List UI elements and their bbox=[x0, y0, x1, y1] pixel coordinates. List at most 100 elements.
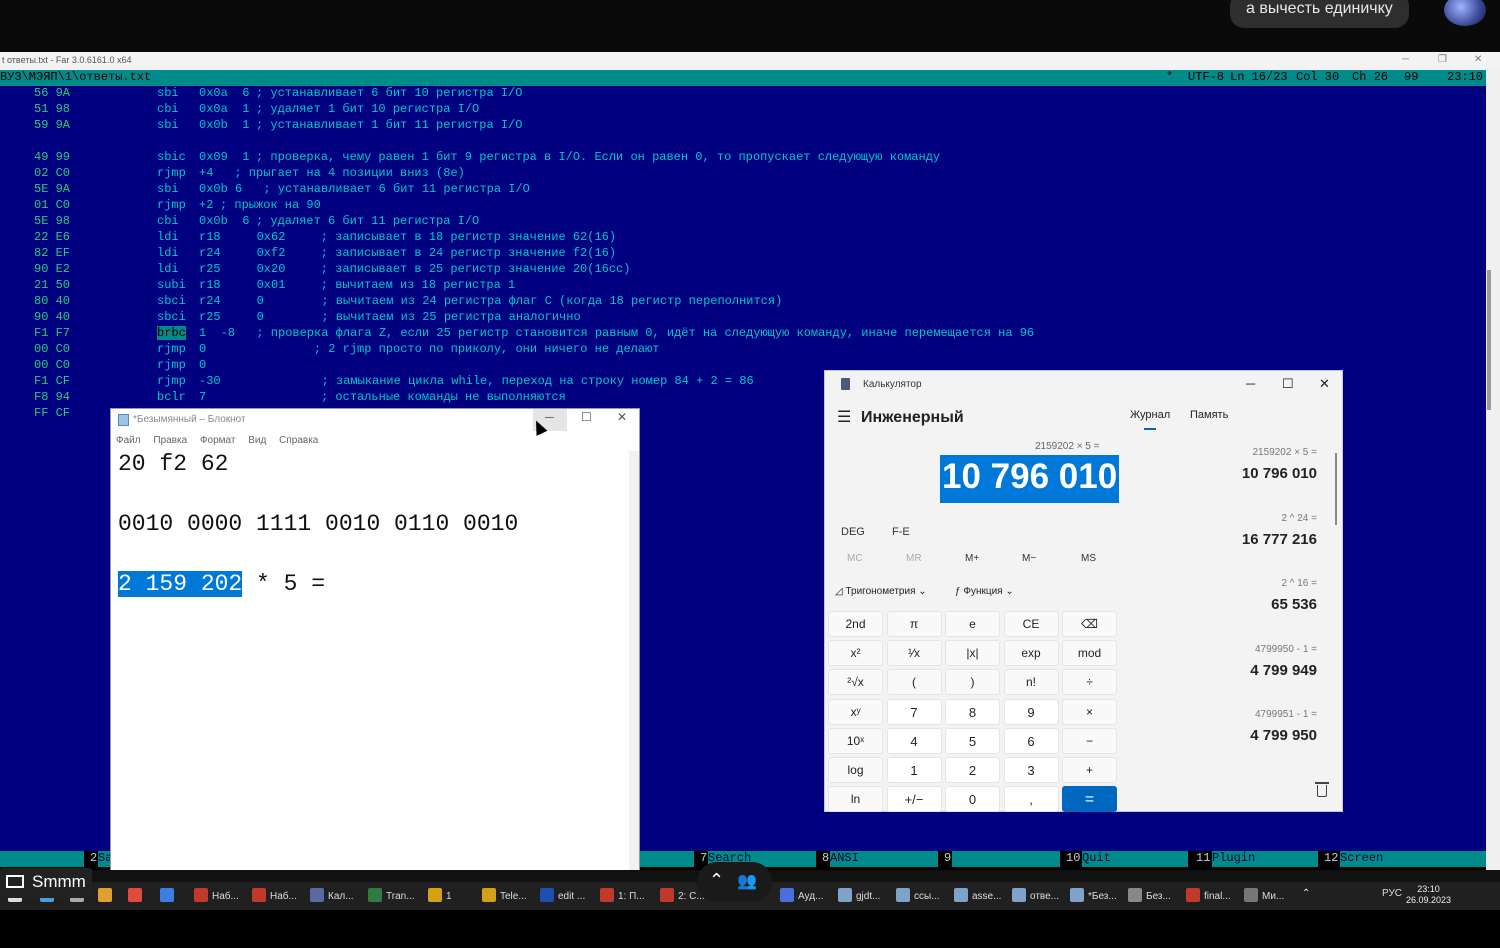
mc-button[interactable]: MC bbox=[847, 553, 863, 564]
calculator-maximize-button[interactable]: ☐ bbox=[1282, 376, 1294, 392]
calculator-minimize-button[interactable]: ─ bbox=[1246, 376, 1255, 391]
calc-key-3-4[interactable]: × bbox=[1062, 698, 1117, 725]
history-expression[interactable]: 2159202 × 5 = bbox=[1252, 447, 1317, 458]
calculator-window[interactable]: Калькулятор ─ ☐ ✕ ☰ Инженерный Журнал Пам… bbox=[824, 370, 1343, 813]
menu-edit[interactable]: Правка bbox=[153, 435, 187, 446]
calc-key-2-1[interactable]: ( bbox=[886, 669, 942, 696]
history-expression[interactable]: 4799950 - 1 = bbox=[1255, 644, 1317, 655]
taskbar-app-4[interactable]: 1 bbox=[428, 888, 452, 906]
calc-key-4-2[interactable]: 5 bbox=[945, 727, 1000, 754]
history-result[interactable]: 65 536 bbox=[1271, 596, 1317, 613]
history-result[interactable]: 16 777 216 bbox=[1242, 531, 1317, 548]
notepad-window[interactable]: *Безымянный – Блокнот ─ ☐ ✕ Файл Правка … bbox=[110, 408, 640, 880]
notepad-line-1[interactable]: 20 f2 62 bbox=[118, 451, 228, 477]
calc-key-2-4[interactable]: ÷ bbox=[1062, 669, 1117, 696]
notepad-minimize-button[interactable]: ─ bbox=[545, 410, 554, 424]
ms-button[interactable]: MS bbox=[1081, 553, 1096, 564]
menu-format[interactable]: Формат bbox=[200, 435, 236, 446]
app-icon-blue[interactable] bbox=[160, 888, 178, 906]
taskbar-app-8[interactable]: 2: C... bbox=[660, 888, 705, 906]
calc-key-4-1[interactable]: 4 bbox=[886, 727, 942, 754]
calc-key-3-1[interactable]: 7 bbox=[886, 698, 942, 725]
history-result[interactable]: 4 799 949 bbox=[1250, 662, 1317, 679]
calc-key-6-3[interactable]: , bbox=[1003, 786, 1059, 813]
taskbar-clock[interactable]: 23:10 26.09.2023 bbox=[1406, 884, 1451, 906]
calc-key-3-2[interactable]: 8 bbox=[945, 698, 1000, 725]
calc-key-5-4[interactable]: + bbox=[1062, 757, 1117, 783]
trigonometry-dropdown[interactable]: ◿ Тригонометрия ⌄ bbox=[835, 586, 927, 597]
far-minimize-button[interactable]: ─ bbox=[1402, 54, 1409, 65]
fkey-2[interactable]: 2 Sa bbox=[90, 851, 113, 867]
screen-share-label[interactable]: Smmm bbox=[0, 868, 92, 898]
calc-key-1-1[interactable]: ¹⁄x bbox=[886, 640, 942, 667]
tab-history[interactable]: Журнал bbox=[1130, 409, 1170, 421]
trash-icon[interactable] bbox=[1315, 782, 1329, 797]
calc-key-5-1[interactable]: 1 bbox=[886, 757, 942, 783]
history-expression[interactable]: 2 ^ 16 = bbox=[1281, 578, 1317, 589]
taskbar-app-16[interactable]: final... bbox=[1186, 888, 1231, 906]
calc-key-4-4[interactable]: − bbox=[1062, 727, 1117, 754]
fkey-ansi[interactable]: 8 ANSI bbox=[822, 851, 938, 867]
taskbar-app-12[interactable]: asse... bbox=[954, 888, 1001, 906]
history-scrollbar[interactable] bbox=[1335, 453, 1337, 525]
taskbar-app-0[interactable]: Наб... bbox=[194, 888, 239, 906]
calc-key-0-0[interactable]: 2nd bbox=[828, 611, 883, 637]
fkey-screen[interactable]: 12 Screen bbox=[1324, 851, 1486, 867]
notepad-line-2[interactable]: 0010 0000 1111 0010 0110 0010 bbox=[118, 511, 518, 537]
mr-button[interactable]: MR bbox=[906, 553, 922, 564]
calc-key-4-3[interactable]: 6 bbox=[1003, 727, 1059, 754]
calculator-close-button[interactable]: ✕ bbox=[1319, 376, 1330, 392]
avatar[interactable] bbox=[1444, 0, 1486, 26]
taskbar-app-6[interactable]: edit ... bbox=[540, 888, 585, 906]
fe-button[interactable]: F-E bbox=[892, 526, 910, 538]
taskbar-app-14[interactable]: *Без... bbox=[1070, 888, 1117, 906]
taskbar-app-13[interactable]: отве... bbox=[1012, 888, 1059, 906]
notepad-close-button[interactable]: ✕ bbox=[617, 410, 627, 424]
taskbar-app-11[interactable]: ссы... bbox=[896, 888, 940, 906]
function-dropdown[interactable]: ƒ Функция ⌄ bbox=[955, 586, 1014, 597]
calc-key-5-3[interactable]: 3 bbox=[1003, 757, 1059, 783]
scroll-thumb[interactable] bbox=[1487, 270, 1491, 410]
calc-key-1-2[interactable]: |x| bbox=[945, 640, 1000, 667]
taskbar-app-1[interactable]: Наб... bbox=[252, 888, 297, 906]
far-maximize-button[interactable]: ❐ bbox=[1438, 54, 1447, 65]
notepad-maximize-button[interactable]: ☐ bbox=[581, 410, 592, 424]
fkey-plugin[interactable]: 11 Plugin bbox=[1196, 851, 1320, 867]
taskbar-app-10[interactable]: gjdt... bbox=[838, 888, 880, 906]
calc-key-0-4[interactable]: ⌫ bbox=[1062, 611, 1117, 637]
tray-chevron-icon[interactable]: ⌃ bbox=[1302, 888, 1310, 906]
taskbar-app-17[interactable]: Ми... bbox=[1244, 888, 1284, 906]
history-expression[interactable]: 2 ^ 24 = bbox=[1281, 513, 1317, 524]
taskbar-app-5[interactable]: Tele... bbox=[482, 888, 527, 906]
calc-key-3-3[interactable]: 9 bbox=[1003, 698, 1059, 725]
taskbar-app-9[interactable]: Ауд... bbox=[780, 888, 823, 906]
calc-key-3-0[interactable]: xʸ bbox=[828, 698, 883, 725]
notepad-scrollbar[interactable] bbox=[629, 451, 639, 879]
deg-button[interactable]: DEG bbox=[841, 526, 865, 538]
fkey-9[interactable]: 9 bbox=[944, 851, 1060, 867]
calc-key-6-2[interactable]: 0 bbox=[945, 786, 1000, 813]
language-indicator[interactable]: РУС bbox=[1382, 888, 1402, 906]
m-minus-button[interactable]: M− bbox=[1022, 553, 1036, 564]
calc-key-1-0[interactable]: x² bbox=[828, 640, 883, 667]
history-result[interactable]: 4 799 950 bbox=[1250, 727, 1317, 744]
taskbar-app-7[interactable]: 1: П... bbox=[600, 888, 645, 906]
calc-key-4-0[interactable]: 10ˣ bbox=[828, 727, 883, 754]
taskbar-app-15[interactable]: Без... bbox=[1128, 888, 1171, 906]
app-icon-multicolor[interactable] bbox=[98, 888, 116, 906]
calc-key-2-2[interactable]: ) bbox=[945, 669, 1000, 696]
history-expression[interactable]: 4799951 - 1 = bbox=[1255, 709, 1317, 720]
notepad-line-3[interactable]: 2 159 202 * 5 = bbox=[118, 571, 325, 597]
participants-icon[interactable]: 👥 bbox=[737, 871, 757, 891]
m-plus-button[interactable]: M+ bbox=[965, 553, 979, 564]
tab-memory[interactable]: Память bbox=[1190, 409, 1228, 421]
menu-view[interactable]: Вид bbox=[248, 435, 266, 446]
fkey-6[interactable] bbox=[640, 851, 694, 867]
calc-key-0-2[interactable]: e bbox=[945, 611, 1000, 637]
far-close-button[interactable]: ✕ bbox=[1474, 54, 1482, 65]
chevron-up-icon[interactable]: ⌃ bbox=[709, 870, 724, 891]
calc-key-6-4[interactable]: = bbox=[1062, 786, 1117, 813]
far-scrollbar[interactable] bbox=[1486, 70, 1500, 870]
menu-file[interactable]: Файл bbox=[116, 435, 141, 446]
calc-key-2-3[interactable]: n! bbox=[1003, 669, 1059, 696]
